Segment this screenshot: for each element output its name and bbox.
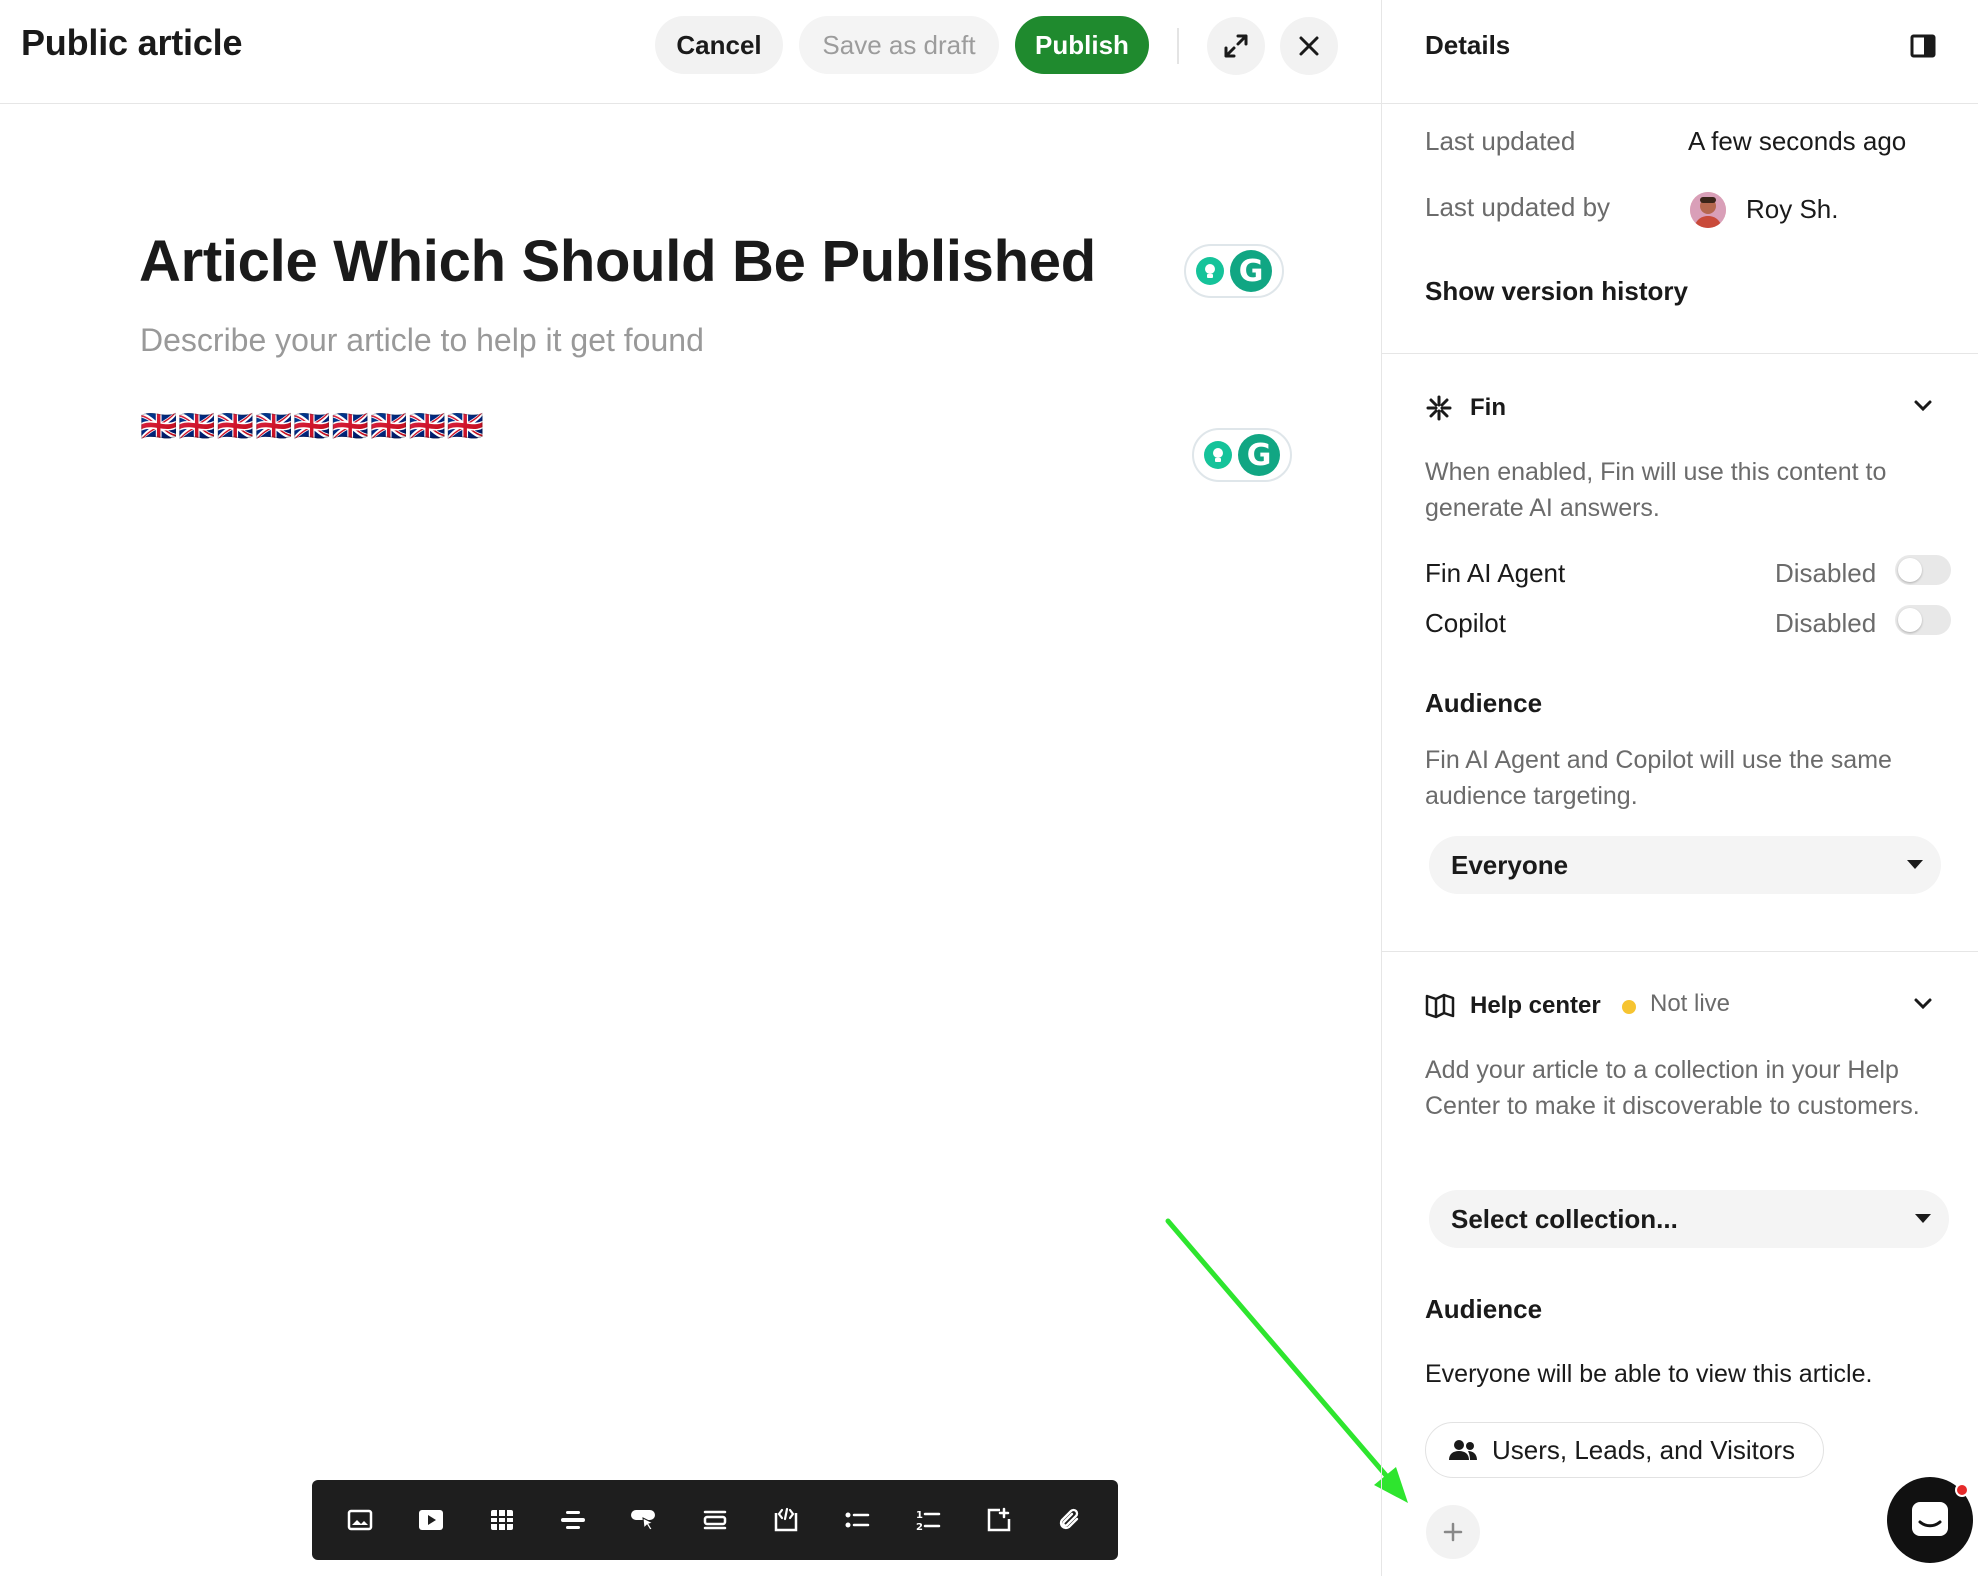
audience-chip[interactable]: Users, Leads, and Visitors: [1425, 1422, 1824, 1478]
chevron-down-icon: [1914, 400, 1932, 412]
caret-down-icon: [1907, 860, 1923, 869]
chevron-down-icon: [1914, 998, 1932, 1010]
close-icon: [1299, 36, 1319, 56]
show-version-history-link[interactable]: Show version history: [1425, 276, 1688, 307]
add-audience-button[interactable]: [1426, 1505, 1480, 1559]
button-icon: [630, 1510, 655, 1531]
insert-callout-button[interactable]: [693, 1498, 737, 1542]
collapsible-icon: [987, 1507, 1011, 1532]
grammarly-logo-icon: G: [1238, 434, 1280, 476]
numbered-list-icon: 12: [916, 1510, 941, 1532]
messenger-launcher[interactable]: [1887, 1477, 1973, 1563]
fin-collapse-button[interactable]: [1912, 398, 1934, 419]
collection-select[interactable]: Select collection...: [1429, 1190, 1949, 1248]
toggle-sidebar-button[interactable]: [1910, 34, 1936, 63]
bullet-list-button[interactable]: [835, 1498, 879, 1542]
callout-icon: [703, 1510, 727, 1530]
caret-down-icon: [1915, 1214, 1931, 1223]
lightbulb-icon: [1196, 257, 1224, 285]
section-divider: [1382, 951, 1978, 952]
insert-code-button[interactable]: [764, 1498, 808, 1542]
fin-ai-agent-label: Fin AI Agent: [1425, 558, 1566, 588]
svg-text:1: 1: [916, 1510, 923, 1521]
help-center-collapse-button[interactable]: [1912, 996, 1934, 1017]
fin-description: When enabled, Fin will use this content …: [1425, 458, 1887, 522]
editor-header: Public article Cancel Save as draft Publ…: [0, 0, 1381, 104]
code-icon: [774, 1507, 798, 1532]
chat-icon: [1912, 1502, 1948, 1536]
article-description-field[interactable]: Describe your article to help it get fou…: [140, 322, 704, 359]
help-center-audience-description: Everyone will be able to view this artic…: [1425, 1360, 1873, 1388]
copilot-state: Disabled: [1775, 608, 1877, 638]
avatar: [1690, 192, 1726, 228]
plus-icon: [1443, 1522, 1463, 1542]
formatting-toolbar: 12: [312, 1480, 1118, 1560]
fin-ai-agent-state: Disabled: [1775, 558, 1877, 588]
grammarly-widget[interactable]: G: [1192, 428, 1292, 482]
users-icon: [1449, 1440, 1477, 1460]
divider-icon: [560, 1511, 585, 1529]
grammarly-logo-icon: G: [1230, 250, 1272, 292]
help-center-description: Add your article to a collection in your…: [1425, 1056, 1920, 1120]
header-divider: [1177, 28, 1179, 64]
section-divider: [1382, 353, 1978, 354]
fin-audience-value: Everyone: [1451, 849, 1569, 880]
insert-attachment-button[interactable]: [1048, 1498, 1092, 1542]
grammarly-widget[interactable]: G: [1184, 244, 1284, 298]
audience-chip-label: Users, Leads, and Visitors: [1492, 1434, 1795, 1465]
details-title: Details: [1425, 30, 1511, 60]
last-updated-label: Last updated: [1425, 126, 1576, 156]
publish-button[interactable]: Publish: [1015, 16, 1149, 74]
sidebar-toggle-icon: [1910, 34, 1936, 58]
insert-button-button[interactable]: [622, 1498, 666, 1542]
fin-audience-select[interactable]: Everyone: [1429, 836, 1941, 894]
help-center-audience-title: Audience: [1425, 1294, 1543, 1324]
help-center-section-title: Help center: [1470, 992, 1601, 1019]
article-body[interactable]: 🇬🇧🇬🇧🇬🇧🇬🇧🇬🇧🇬🇧🇬🇧🇬🇧🇬🇧: [140, 411, 485, 443]
help-center-status: Not live: [1650, 990, 1731, 1017]
expand-button[interactable]: [1207, 17, 1265, 75]
numbered-list-button[interactable]: 12: [906, 1498, 950, 1542]
insert-image-button[interactable]: [338, 1498, 382, 1542]
status-dot: [1622, 1000, 1636, 1014]
table-icon: [490, 1510, 513, 1530]
video-icon: [418, 1510, 443, 1530]
bullet-list-icon: [845, 1512, 870, 1528]
fin-audience-title: Audience: [1425, 688, 1543, 718]
collection-select-placeholder: Select collection...: [1451, 1203, 1678, 1234]
lightbulb-icon: [1204, 441, 1232, 469]
svg-text:2: 2: [916, 1522, 923, 1532]
details-header: Details: [1382, 0, 1978, 104]
attachment-icon: [1060, 1508, 1079, 1530]
last-updated-value: A few seconds ago: [1688, 126, 1907, 156]
close-button[interactable]: [1280, 17, 1338, 75]
save-as-draft-button[interactable]: Save as draft: [799, 16, 999, 74]
insert-divider-button[interactable]: [551, 1498, 595, 1542]
book-icon: [1425, 992, 1455, 1025]
details-panel: Details Last updated A few seconds ago L…: [1381, 0, 1978, 1576]
insert-table-button[interactable]: [480, 1498, 524, 1542]
insert-video-button[interactable]: [409, 1498, 453, 1542]
last-updated-by-label: Last updated by: [1425, 192, 1611, 222]
page-title: Public article: [21, 22, 243, 63]
copilot-toggle[interactable]: [1895, 605, 1951, 635]
fin-audience-description: Fin AI Agent and Copilot will use the sa…: [1425, 746, 1892, 810]
collapsible-section-button[interactable]: [977, 1498, 1021, 1542]
article-title-field[interactable]: Article Which Should Be Published: [139, 228, 1096, 295]
copilot-label: Copilot: [1425, 608, 1506, 638]
fin-ai-agent-toggle[interactable]: [1895, 555, 1951, 585]
image-icon: [347, 1509, 372, 1531]
cancel-button[interactable]: Cancel: [655, 16, 783, 74]
fin-section-title: Fin: [1470, 394, 1506, 421]
fin-icon: [1425, 394, 1453, 427]
notification-dot: [1955, 1483, 1969, 1497]
last-updated-by-value: Roy Sh.: [1746, 194, 1839, 224]
expand-icon: [1224, 34, 1248, 58]
